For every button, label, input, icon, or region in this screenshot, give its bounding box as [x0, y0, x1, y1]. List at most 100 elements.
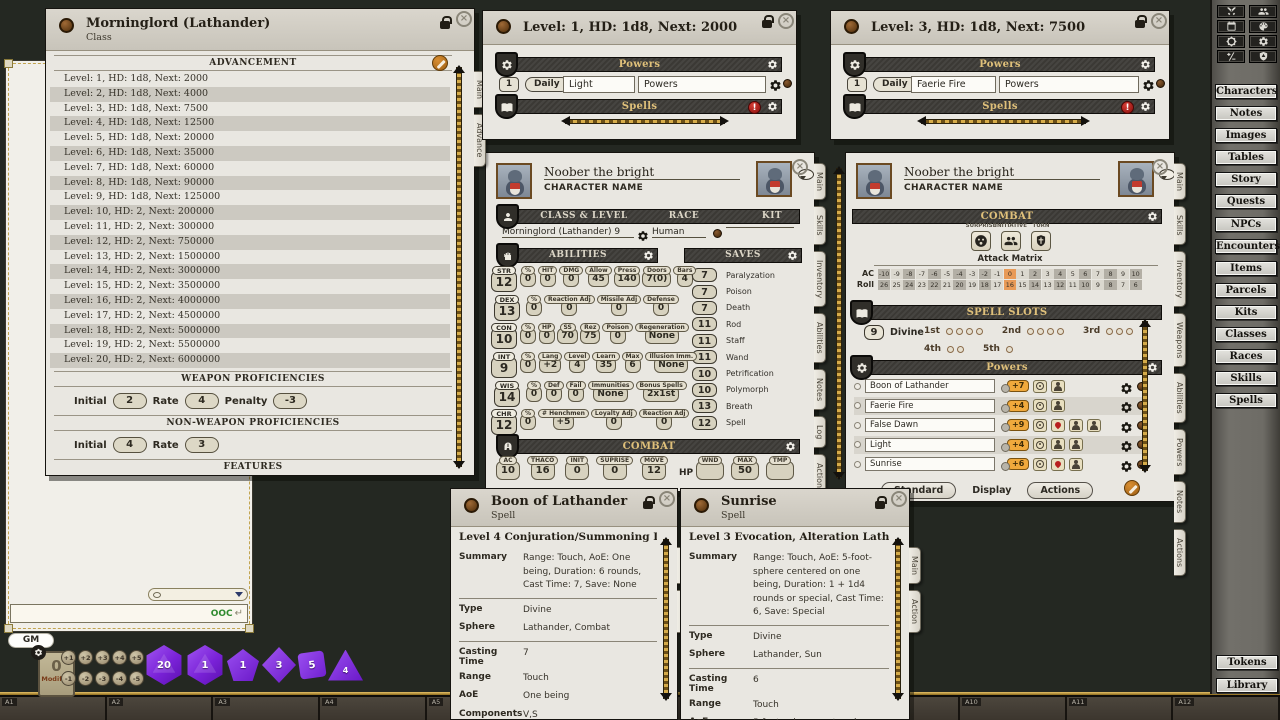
spell-slot-circle[interactable]: [976, 328, 983, 335]
surprise-button[interactable]: [971, 231, 991, 251]
sidebar-button-races[interactable]: Races: [1215, 349, 1277, 364]
power-modifier-badge[interactable]: +9: [1007, 419, 1029, 431]
modifier-coin[interactable]: +1: [61, 650, 76, 665]
spell-slot-circle[interactable]: [1037, 328, 1044, 335]
matrix-roll-cell[interactable]: 6: [1130, 280, 1142, 290]
level-3-header[interactable]: Level: 3, HD: 1d8, Next: 7500 ×: [831, 11, 1169, 45]
dice-tower-icon[interactable]: [1249, 50, 1277, 63]
advancement-row[interactable]: Level: 2, HD: 1d8, Next: 4000: [50, 87, 450, 102]
power-modifier-badge[interactable]: +7: [1007, 380, 1029, 392]
modifier-coin[interactable]: +4: [112, 650, 127, 665]
lock-icon[interactable]: [440, 21, 450, 29]
ability-stat[interactable]: CHR12: [491, 409, 517, 435]
power-uses-field[interactable]: 1: [499, 77, 519, 92]
character-portrait[interactable]: [496, 163, 532, 199]
matrix-ac-cell[interactable]: -3: [966, 269, 978, 279]
options-gear-icon[interactable]: [1249, 35, 1277, 48]
matrix-ac-cell[interactable]: 10: [1130, 269, 1142, 279]
power-name-input[interactable]: Faerie Fire: [911, 76, 996, 93]
matrix-ac-cell[interactable]: 6: [1079, 269, 1091, 279]
chat-mode-selector[interactable]: [148, 588, 248, 601]
sidebar-button-tables[interactable]: Tables: [1215, 150, 1277, 165]
hotbar-slot[interactable]: A12: [1173, 697, 1280, 720]
weapon-rate-value[interactable]: 4: [185, 393, 219, 409]
sidebar-button-spells[interactable]: Spells: [1215, 393, 1277, 408]
matrix-roll-cell[interactable]: 15: [1016, 280, 1028, 290]
tab-inventory[interactable]: Inventory: [814, 251, 826, 307]
drop-icon[interactable]: [1051, 458, 1065, 471]
advancement-row[interactable]: Level: 9, HD: 1d8, Next: 125000: [50, 190, 450, 205]
close-icon[interactable]: ×: [659, 491, 675, 507]
matrix-ac-cell[interactable]: 9: [1117, 269, 1129, 279]
matrix-roll-cell[interactable]: 7: [1117, 280, 1129, 290]
die-d8[interactable]: 3: [262, 647, 296, 683]
hotbar-slot[interactable]: A11: [1067, 697, 1174, 720]
matrix-roll-cell[interactable]: 20: [953, 280, 965, 290]
weapon-penalty-value[interactable]: -3: [273, 393, 307, 409]
modifier-gear-icon[interactable]: [31, 645, 46, 660]
sidebar-button-encounters[interactable]: Encounters: [1215, 239, 1277, 254]
token-portrait[interactable]: [756, 161, 792, 197]
scrollbar[interactable]: [895, 539, 901, 699]
spell-slot-circle[interactable]: [1047, 328, 1054, 335]
matrix-roll-cell[interactable]: 11: [1067, 280, 1079, 290]
advancement-row[interactable]: Level: 1, HD: 1d8, Next: 2000: [50, 72, 450, 87]
matrix-roll-cell[interactable]: 9: [1092, 280, 1104, 290]
power-modifier-badge[interactable]: +4: [1007, 439, 1029, 451]
power-uses-field[interactable]: 1: [847, 77, 867, 92]
sidebar-button-quests[interactable]: Quests: [1215, 194, 1277, 209]
modifier-coin[interactable]: -2: [78, 671, 93, 686]
matrix-roll-cell[interactable]: 18: [979, 280, 991, 290]
spell-slot-circle[interactable]: [1106, 328, 1113, 335]
powers-gear-icon[interactable]: [1147, 362, 1158, 373]
matrix-roll-cell[interactable]: 19: [966, 280, 978, 290]
die-d4[interactable]: 4: [328, 650, 363, 681]
tab-abilities[interactable]: Abilities: [1174, 373, 1186, 423]
hotbar-slot[interactable]: A2: [107, 697, 214, 720]
matrix-ac-cell[interactable]: -10: [878, 269, 890, 279]
advancement-row[interactable]: Level: 10, HD: 2, Next: 200000: [50, 205, 450, 220]
spells-alert-icon[interactable]: !: [1121, 101, 1134, 114]
lock-icon[interactable]: [762, 20, 772, 28]
spell-slot-circle[interactable]: [1006, 346, 1013, 353]
lock-icon[interactable]: [875, 501, 885, 509]
target-icon[interactable]: [1033, 458, 1047, 471]
level-link-icon[interactable]: [844, 19, 859, 34]
power-name[interactable]: False Dawn: [865, 418, 995, 432]
power-row-gear-icon[interactable]: [769, 77, 782, 90]
advancement-row[interactable]: Level: 20, HD: 2, Next: 6000000: [50, 353, 450, 368]
powers-gear-icon[interactable]: [1140, 59, 1151, 70]
calendar-icon[interactable]: [1217, 20, 1245, 33]
spells-alert-icon[interactable]: !: [748, 101, 761, 114]
advancement-row[interactable]: Level: 14, HD: 2, Next: 3000000: [50, 264, 450, 279]
save-value[interactable]: 12: [692, 416, 717, 430]
save-value[interactable]: 11: [692, 334, 717, 348]
tab-powers[interactable]: Powers: [1174, 429, 1186, 475]
level-link-icon[interactable]: [496, 19, 511, 34]
tab-skills[interactable]: Skills: [814, 206, 826, 245]
advancement-row[interactable]: Level: 15, HD: 2, Next: 3500000: [50, 279, 450, 294]
matrix-roll-cell[interactable]: 8: [1104, 280, 1116, 290]
abilities-gear-icon[interactable]: [643, 250, 654, 261]
spell-slot-circle[interactable]: [1126, 328, 1133, 335]
sidebar-button-parcels[interactable]: Parcels: [1215, 283, 1277, 298]
person-icon[interactable]: [1069, 419, 1083, 432]
sidebar-button-notes[interactable]: Notes: [1215, 106, 1277, 121]
modifier-coin[interactable]: +3: [95, 650, 110, 665]
advancement-row[interactable]: Level: 11, HD: 2, Next: 300000: [50, 220, 450, 235]
class-gear-icon[interactable]: [637, 227, 649, 246]
save-value[interactable]: 7: [692, 285, 717, 299]
close-icon[interactable]: ×: [792, 159, 808, 175]
ability-stat[interactable]: INT9: [491, 352, 517, 378]
spells-slider[interactable]: [565, 119, 725, 124]
spell-slot-circle[interactable]: [1116, 328, 1123, 335]
matrix-ac-cell[interactable]: -7: [916, 269, 928, 279]
target-icon[interactable]: [1033, 399, 1047, 412]
scrollbar[interactable]: [663, 539, 669, 699]
advancement-row[interactable]: Level: 19, HD: 2, Next: 5500000: [50, 338, 450, 353]
advancement-row[interactable]: Level: 5, HD: 1d8, Next: 20000: [50, 131, 450, 146]
sidebar-button-skills[interactable]: Skills: [1215, 371, 1277, 386]
die-d20[interactable]: 20: [145, 645, 183, 685]
spells-slider[interactable]: [921, 119, 1086, 124]
power-gear-icon[interactable]: [1120, 380, 1133, 393]
